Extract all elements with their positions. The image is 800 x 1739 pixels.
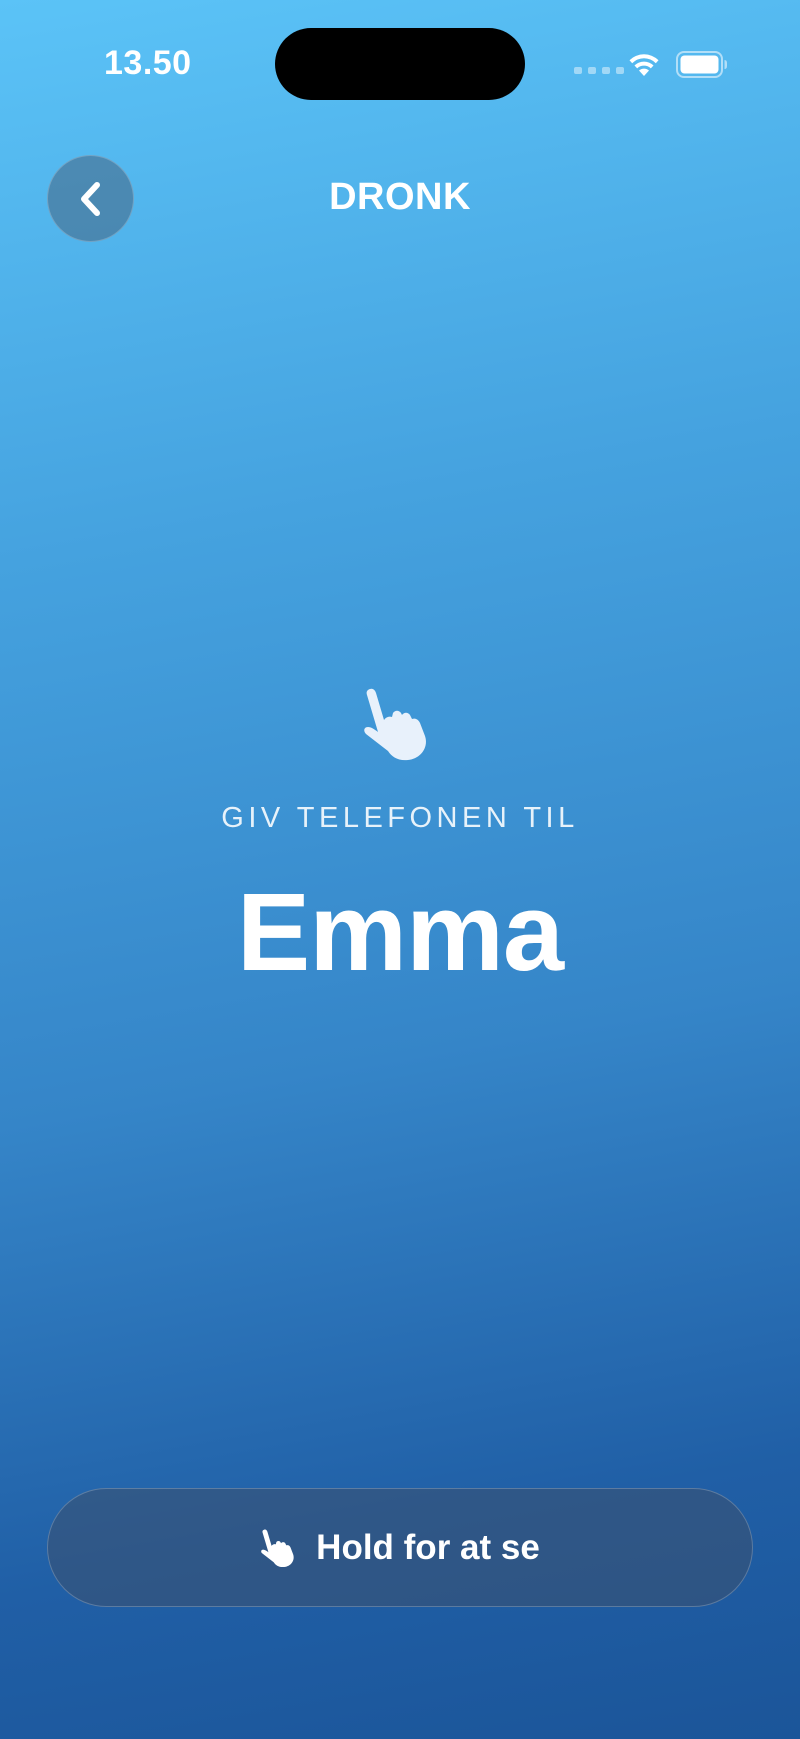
- hold-to-reveal-button[interactable]: Hold for at se: [47, 1488, 753, 1607]
- battery-icon: [676, 51, 727, 78]
- status-time: 13.50: [104, 44, 192, 82]
- app-title: DRONK: [329, 176, 471, 218]
- hold-button-label: Hold for at se: [316, 1527, 540, 1567]
- dynamic-island: [275, 28, 525, 100]
- cellular-signal-icon: [574, 67, 624, 74]
- player-name: Emma: [236, 871, 564, 994]
- hand-point-up-icon: [364, 688, 426, 761]
- hand-point-up-icon: [261, 1528, 294, 1567]
- handoff-label: GIV TELEFONEN TIL: [221, 802, 579, 834]
- wifi-icon: [629, 54, 659, 76]
